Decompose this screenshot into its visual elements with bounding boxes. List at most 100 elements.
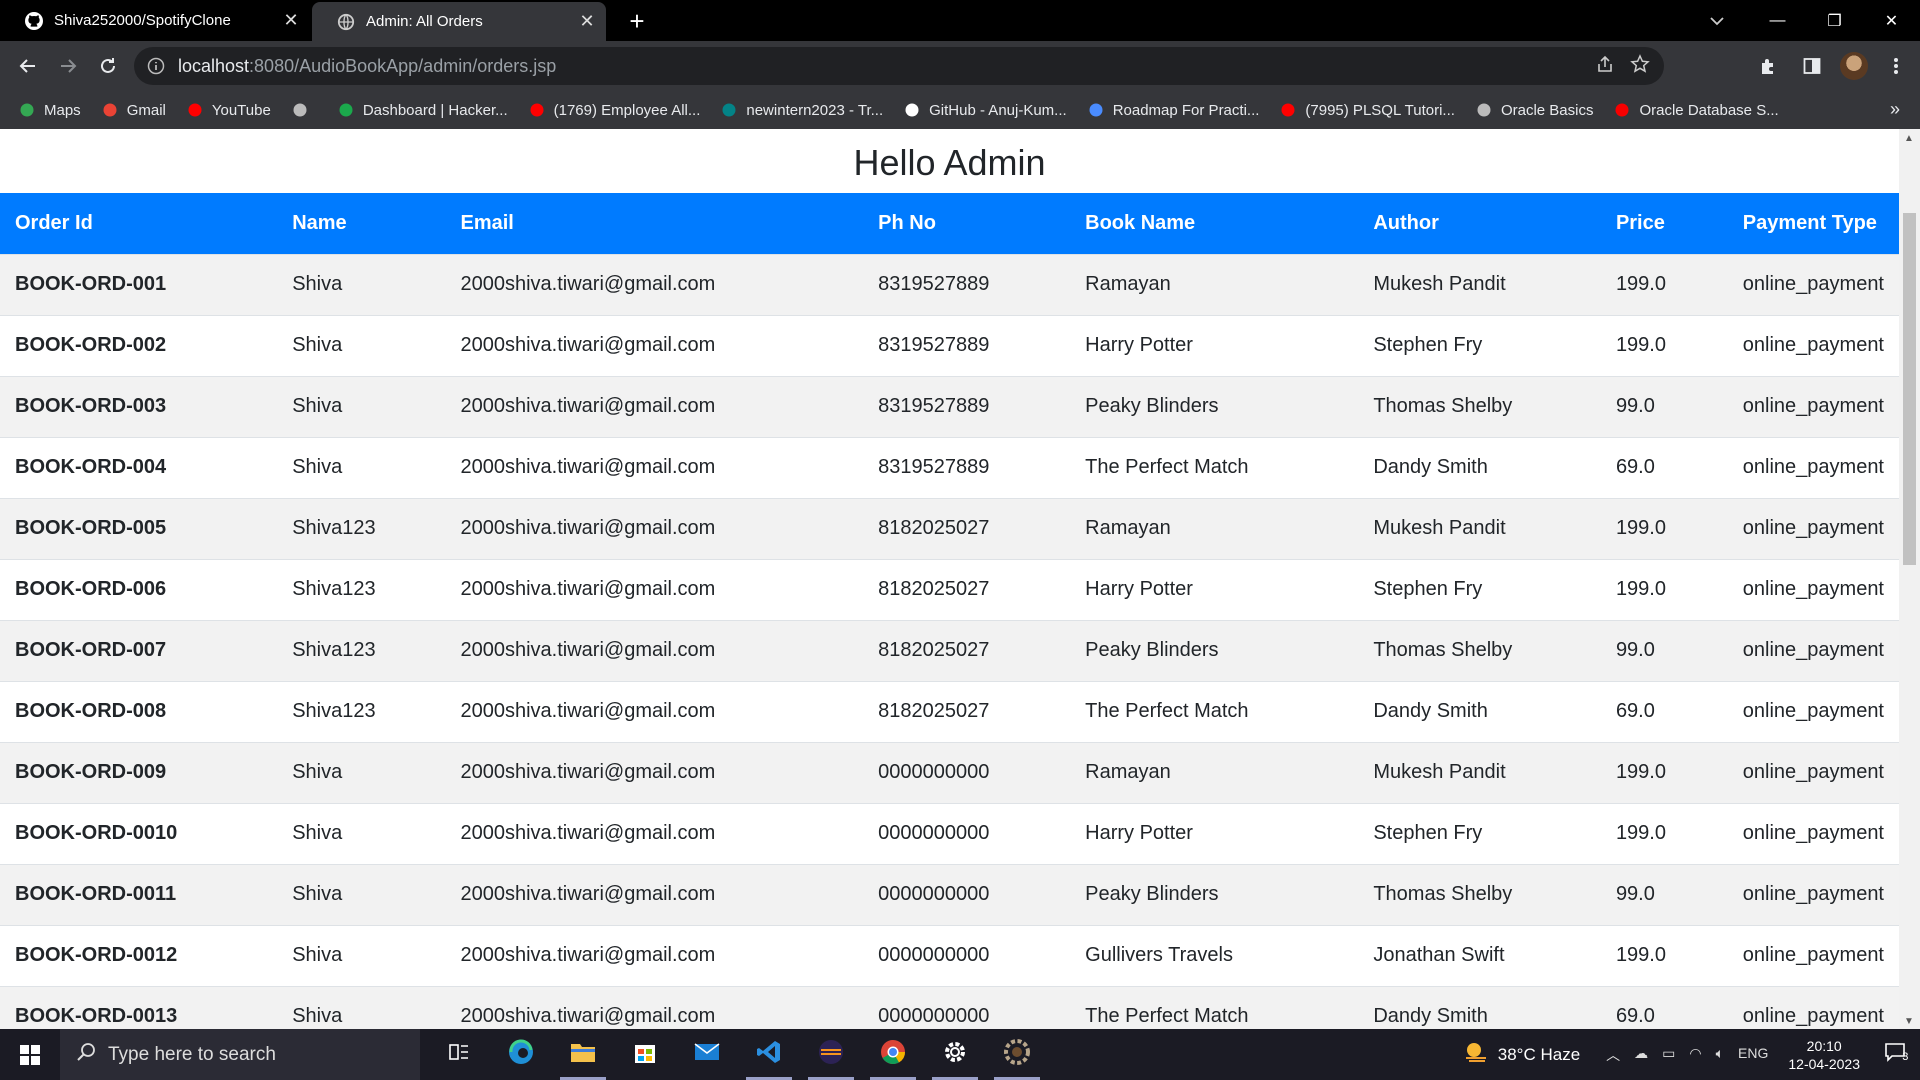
globe-icon [1475, 101, 1493, 119]
bookmark-item[interactable]: Maps [18, 101, 81, 119]
wifi-icon[interactable]: ◠ [1689, 1045, 1701, 1065]
search-placeholder: Type here to search [108, 1043, 276, 1065]
bookmark-item[interactable]: Dashboard | Hacker... [337, 101, 508, 119]
minimize-icon[interactable]: — [1749, 0, 1806, 41]
taskbar-clock[interactable]: 20:10 12-04-2023 [1788, 1037, 1860, 1073]
cell-payment-type: online_payment [1742, 639, 1884, 661]
cell-book-name: The Perfect Match [1085, 700, 1249, 722]
cell-author: Dandy Smith [1373, 456, 1488, 478]
share-icon[interactable] [1596, 55, 1614, 78]
bookmark-item[interactable]: (7995) PLSQL Tutori... [1279, 101, 1455, 119]
cell-payment-type: online_payment [1742, 456, 1884, 478]
scroll-down-arrow-icon[interactable]: ▼ [1904, 1016, 1914, 1027]
address-bar[interactable]: localhost:8080/AudioBookApp/admin/orders… [134, 47, 1664, 85]
onedrive-icon[interactable]: ☁ [1634, 1045, 1648, 1065]
reload-icon[interactable] [92, 50, 124, 82]
language-indicator[interactable]: ENG [1738, 1045, 1768, 1065]
bookmark-item[interactable]: Roadmap For Practi... [1087, 101, 1259, 119]
cell-book-name: Peaky Blinders [1085, 639, 1219, 661]
close-window-icon[interactable]: ✕ [1863, 0, 1920, 41]
cell-email: 2000shiva.tiwari@gmail.com [460, 517, 716, 539]
cell-price: 199.0 [1615, 334, 1666, 356]
bookmarks-bar: Maps Gmail YouTube Dashboard | Hacker... (17… [0, 91, 1920, 129]
cell-price: 99.0 [1615, 883, 1655, 905]
youtube-icon [186, 101, 204, 119]
close-icon[interactable]: ✕ [278, 10, 304, 31]
taskbar-app-vscode[interactable] [738, 1029, 800, 1080]
bookmark-item[interactable]: (1769) Employee All... [528, 101, 700, 119]
cell-book-name: Gullivers Travels [1085, 944, 1233, 966]
extensions-puzzle-icon[interactable] [1752, 50, 1784, 82]
tab-search-chevron-icon[interactable] [1702, 6, 1732, 36]
bookmark-item[interactable]: Gmail [101, 101, 166, 119]
profile-avatar[interactable] [1840, 52, 1868, 80]
table-row: BOOK-ORD-0011 Shiva 2000shiva.tiwari@gmail… [0, 864, 1899, 925]
page-scrollbar[interactable]: ▲ ▼ [1899, 129, 1920, 1029]
taskbar-app-app-gear[interactable] [986, 1029, 1048, 1080]
cell-name: Shiva123 [292, 517, 376, 539]
new-tab-button[interactable]: + [622, 6, 652, 36]
chevron-up-icon[interactable]: ︿ [1606, 1045, 1620, 1065]
bookmark-label: Oracle Database S... [1639, 101, 1779, 119]
close-icon[interactable]: ✕ [574, 11, 600, 32]
restore-icon[interactable]: ❐ [1806, 0, 1863, 41]
tab-spotifyclone[interactable]: Shiva252000/SpotifyClone ✕ [0, 0, 310, 41]
oracle-icon [1613, 101, 1631, 119]
battery-icon[interactable]: ▭ [1662, 1045, 1675, 1065]
weather-text: 38°C Haze [1497, 1044, 1581, 1064]
page-content: Hello Admin Order Id Name Email Ph No Book N… [0, 129, 1899, 1029]
cell-payment-type: online_payment [1742, 700, 1884, 722]
taskbar-app-store[interactable] [614, 1029, 676, 1080]
windows-start-icon[interactable] [0, 1029, 60, 1080]
taskbar-app-file-explorer[interactable] [552, 1029, 614, 1080]
scroll-up-arrow-icon[interactable]: ▲ [1904, 133, 1914, 144]
github-icon [24, 11, 44, 31]
cell-book-name: The Perfect Match [1085, 1005, 1249, 1028]
cell-payment-type: online_payment [1742, 334, 1884, 356]
cell-payment-type: online_payment [1742, 1005, 1884, 1028]
taskbar-search-box[interactable]: Type here to search [60, 1029, 420, 1080]
column-header-name: Name [292, 211, 347, 234]
cell-ph-no: 0000000000 [878, 1005, 990, 1028]
taskbar-app-settings[interactable] [924, 1029, 986, 1080]
bookmark-item[interactable]: Oracle Database S... [1613, 101, 1779, 119]
tab-admin-all-orders[interactable]: Admin: All Orders ✕ [312, 2, 606, 41]
notification-icon[interactable]: 3 [1880, 1042, 1920, 1067]
youtube-icon [528, 101, 546, 119]
side-panel-icon[interactable] [1796, 50, 1828, 82]
bookmark-item[interactable] [291, 101, 317, 119]
bookmark-item[interactable]: YouTube [186, 101, 271, 119]
cell-order-id: BOOK-ORD-0012 [15, 944, 178, 966]
site-info-icon[interactable] [134, 57, 178, 75]
cell-order-id: BOOK-ORD-0013 [15, 1005, 178, 1028]
bookmark-item[interactable]: newintern2023 - Tr... [720, 101, 883, 119]
cell-name: Shiva [292, 822, 343, 844]
bookmark-star-icon[interactable] [1630, 53, 1650, 79]
taskbar-app-mail[interactable] [676, 1029, 738, 1080]
cell-ph-no: 0000000000 [878, 822, 990, 844]
bookmark-label: Gmail [126, 101, 166, 119]
scroll-thumb[interactable] [1903, 213, 1916, 565]
gmail-icon [101, 101, 119, 119]
back-arrow-icon[interactable] [12, 50, 44, 82]
forward-arrow-icon[interactable] [52, 50, 84, 82]
cell-author: Stephen Fry [1373, 578, 1483, 600]
taskbar-app-chrome[interactable] [862, 1029, 924, 1080]
table-row: BOOK-ORD-009 Shiva 2000shiva.tiwari@gmail.… [0, 742, 1899, 803]
menu-kebab-icon[interactable] [1880, 50, 1912, 82]
tab-title: Admin: All Orders [366, 13, 483, 30]
cell-order-id: BOOK-ORD-007 [15, 639, 167, 661]
tab-strip: Shiva252000/SpotifyClone ✕ Admin: All Or… [0, 0, 1920, 41]
cell-book-name: Ramayan [1085, 517, 1171, 539]
cell-payment-type: online_payment [1742, 761, 1884, 783]
bookmarks-overflow-icon[interactable]: » [1890, 99, 1900, 120]
taskbar-app-eclipse[interactable] [800, 1029, 862, 1080]
cell-author: Jonathan Swift [1373, 944, 1505, 966]
eclipse-icon [817, 1038, 845, 1071]
bookmark-item[interactable]: Oracle Basics [1475, 101, 1593, 119]
taskbar-app-edge[interactable] [490, 1029, 552, 1080]
weather-widget[interactable]: 38°C Haze [1462, 1040, 1580, 1069]
bookmark-item[interactable]: GitHub - Anuj-Kum... [903, 101, 1067, 119]
speaker-icon[interactable]: 🔈︎ [1716, 1045, 1724, 1065]
taskbar-app-task-view[interactable] [428, 1029, 490, 1080]
